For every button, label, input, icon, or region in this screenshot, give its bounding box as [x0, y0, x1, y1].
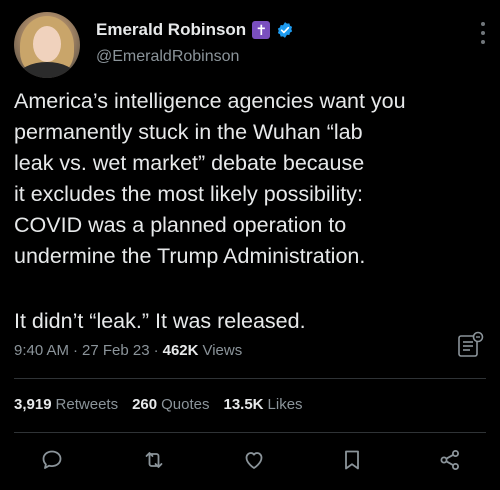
tweet-meta: 9:40 AM · 27 Feb 23 · 462K Views [14, 342, 242, 359]
meta-separator: · [73, 342, 79, 359]
divider [14, 378, 486, 379]
quotes-label: Quotes [161, 396, 210, 413]
author-avatar[interactable] [14, 12, 80, 78]
tweet-date[interactable]: 27 Feb 23 [82, 342, 150, 359]
cross-badge-icon: ✝ [252, 21, 271, 39]
retweets-stat[interactable]: 3,919 Retweets [14, 396, 118, 413]
like-heart-icon[interactable] [242, 448, 266, 472]
views-count: 462K [162, 342, 199, 359]
more-dot [481, 22, 485, 26]
verified-badge-icon [278, 22, 293, 38]
more-dot [481, 40, 485, 44]
likes-stat[interactable]: 13.5K Likes [223, 396, 302, 413]
divider [14, 432, 486, 433]
more-options-icon[interactable] [480, 22, 486, 44]
retweets-label: Retweets [55, 396, 119, 413]
author-name-row: Emerald Robinson ✝ [96, 20, 294, 40]
views-label: Views [202, 342, 243, 359]
share-icon[interactable] [438, 448, 462, 472]
quotes-count: 260 [132, 396, 158, 413]
bookmark-icon[interactable] [340, 448, 364, 472]
likes-label: Likes [267, 396, 303, 413]
author-name[interactable]: Emerald Robinson [96, 20, 246, 40]
tweet-text: America’s intelligence agencies want you… [14, 89, 406, 268]
avatar-face [33, 26, 61, 62]
reply-icon[interactable] [40, 448, 64, 472]
retweet-icon[interactable] [142, 448, 166, 472]
likes-count: 13.5K [223, 396, 264, 413]
meta-separator: · [153, 342, 159, 359]
analytics-icon[interactable] [455, 330, 485, 360]
tweet-stats: 3,919 Retweets 260 Quotes 13.5K Likes [14, 396, 303, 413]
action-bar [0, 448, 500, 478]
quotes-stat[interactable]: 260 Quotes [132, 396, 209, 413]
tweet-text-tail: It didn’t “leak.” It was released. [14, 309, 306, 333]
tweet-time[interactable]: 9:40 AM [14, 342, 69, 359]
retweets-count: 3,919 [14, 396, 52, 413]
more-dot [481, 31, 485, 35]
author-handle[interactable]: @EmeraldRobinson [96, 48, 239, 66]
